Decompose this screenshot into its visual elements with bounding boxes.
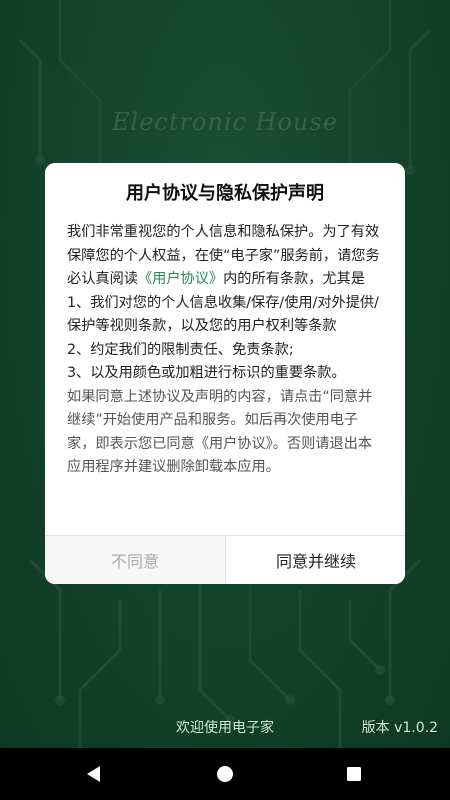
clause-item-2: 2、约定我们的限制责任、免责条款; <box>67 341 294 358</box>
agree-continue-button[interactable]: 同意并继续 <box>225 536 405 584</box>
intro-text-end: 内的所有条款，尤其是 <box>223 271 365 287</box>
recents-square-icon <box>347 767 361 781</box>
dialog-title: 用户协议与隐私保护声明 <box>126 183 324 204</box>
consent-paragraph: 如果同意上述协议及声明的内容，请点击“同意并继续”开始使用产品和服务。如后再次使… <box>67 388 373 476</box>
intro-paragraph: 我们非常重视您的个人信息和隐私保护。为了有效保障您的个人权益，在使“电子家”服务… <box>67 221 385 292</box>
home-button[interactable] <box>195 748 255 800</box>
version-text: 版本 v1.0.2 <box>361 720 438 736</box>
recents-button[interactable] <box>324 748 384 800</box>
dialog-body: 我们非常重视您的个人信息和隐私保护。为了有效保障您的个人权益，在使“电子家”服务… <box>67 221 385 480</box>
back-triangle-icon <box>87 766 100 782</box>
user-agreement-link[interactable]: 《用户协议》 <box>138 271 223 287</box>
clause-item-1: 1、我们对您的个人信息收集/保存/使用/对外提供/保护等视则条款，以及您的用户权… <box>67 294 379 335</box>
home-circle-icon <box>217 766 233 782</box>
back-button[interactable] <box>64 748 124 800</box>
system-nav-bar <box>0 748 450 800</box>
privacy-dialog: 用户协议与隐私保护声明 我们非常重视您的个人信息和隐私保护。为了有效保障您的个人… <box>45 163 405 584</box>
clause-item-3: 3、以及用颜色或加粗进行标识的重要条款。 <box>67 365 346 381</box>
disagree-button[interactable]: 不同意 <box>45 536 225 584</box>
